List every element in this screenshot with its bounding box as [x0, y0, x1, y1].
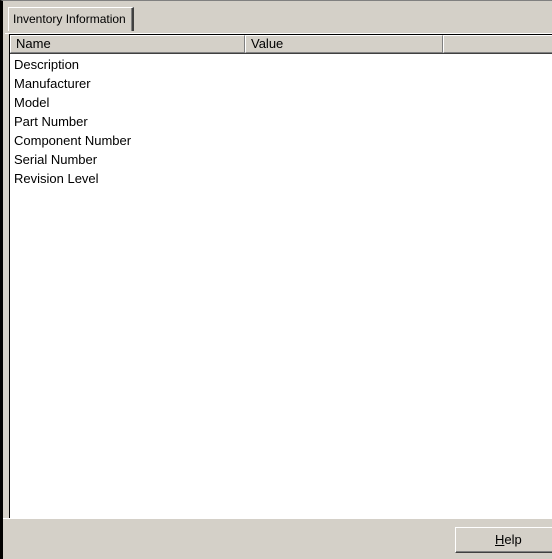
tab-strip: Inventory Information: [5, 4, 552, 34]
row-value: [249, 169, 447, 188]
row-name: Description: [14, 57, 80, 72]
column-header-value[interactable]: Value: [245, 35, 443, 53]
row-value: [249, 55, 447, 74]
row-value: [249, 112, 447, 131]
inventory-window: Inventory Information Name Value Descrip…: [0, 0, 552, 559]
column-header-extra[interactable]: [443, 35, 552, 53]
list-row-component-number[interactable]: Component Number: [10, 131, 552, 150]
row-value: [249, 93, 447, 112]
column-header-name[interactable]: Name: [10, 35, 245, 53]
row-name: Serial Number: [14, 152, 98, 167]
inventory-list-view[interactable]: Name Value Description Manufacturer Mode…: [9, 34, 552, 518]
list-row-serial-number[interactable]: Serial Number: [10, 150, 552, 169]
help-accelerator-key: H: [495, 532, 505, 547]
help-button-label: elp: [504, 532, 522, 547]
list-row-model[interactable]: Model: [10, 93, 552, 112]
row-name: Model: [14, 95, 50, 110]
list-row-manufacturer[interactable]: Manufacturer: [10, 74, 552, 93]
row-value: [249, 150, 447, 169]
list-header: Name Value: [10, 35, 552, 53]
row-value: [249, 74, 447, 93]
row-value: [249, 131, 447, 150]
row-name: Revision Level: [14, 171, 99, 186]
list-body: Description Manufacturer Model Part Numb…: [10, 55, 552, 188]
button-bar: Help: [3, 518, 552, 559]
list-row-description[interactable]: Description: [10, 55, 552, 74]
help-button[interactable]: Help: [455, 527, 552, 553]
row-name: Component Number: [14, 133, 132, 148]
list-row-part-number[interactable]: Part Number: [10, 112, 552, 131]
list-row-revision-level[interactable]: Revision Level: [10, 169, 552, 188]
tab-inventory-information[interactable]: Inventory Information: [8, 7, 134, 31]
row-name: Manufacturer: [14, 76, 91, 91]
row-name: Part Number: [14, 114, 88, 129]
